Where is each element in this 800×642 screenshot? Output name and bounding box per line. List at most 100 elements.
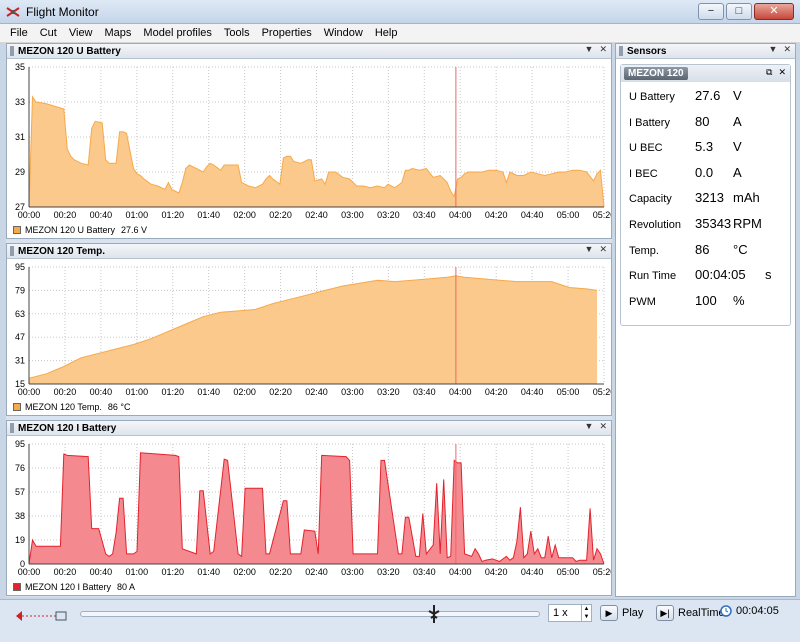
y-tick-label: 95 bbox=[15, 439, 25, 449]
timeline-tool-icon[interactable] bbox=[12, 607, 68, 625]
grip-icon[interactable] bbox=[10, 46, 14, 56]
x-tick-label: 02:40 bbox=[305, 567, 328, 577]
close-icon[interactable]: ✕ bbox=[778, 67, 786, 78]
menu-model-profiles[interactable]: Model profiles bbox=[137, 27, 217, 39]
x-tick-label: 05:00 bbox=[557, 210, 580, 220]
y-tick-label: 63 bbox=[15, 309, 25, 319]
panel-title: MEZON 120 Temp. bbox=[18, 245, 106, 257]
sensor-row: Temp. 86 °C bbox=[621, 242, 790, 268]
dropdown-icon[interactable]: ▼ bbox=[585, 421, 594, 432]
slider-thumb[interactable] bbox=[427, 604, 441, 624]
menu-view[interactable]: View bbox=[63, 27, 99, 39]
x-tick-label: 03:20 bbox=[377, 210, 400, 220]
sensor-value: 35343 bbox=[695, 215, 732, 231]
skip-end-icon: ▶| bbox=[656, 605, 674, 621]
close-icon[interactable]: ✕ bbox=[599, 44, 607, 55]
sensor-card: MEZON 120 ⧉ ✕ U Battery 27.6 V I Battery 80… bbox=[620, 64, 791, 326]
menu-file[interactable]: File bbox=[4, 27, 34, 39]
menu-cut[interactable]: Cut bbox=[34, 27, 63, 39]
menu-help[interactable]: Help bbox=[369, 27, 404, 39]
sensor-unit: RPM bbox=[733, 215, 762, 231]
sensor-unit: A bbox=[733, 113, 742, 129]
x-tick-label: 03:00 bbox=[341, 210, 364, 220]
x-tick-label: 03:00 bbox=[341, 387, 364, 397]
sensor-unit: V bbox=[733, 139, 742, 155]
sensor-value: 100 bbox=[695, 292, 717, 308]
dropdown-icon[interactable]: ▼ bbox=[585, 44, 594, 55]
chart-i-battery[interactable]: 9576573819000:00 00:20 00:40 01:00 01:20 01:4… bbox=[7, 436, 611, 580]
close-icon[interactable]: ✕ bbox=[599, 421, 607, 432]
sensor-label: Temp. bbox=[629, 244, 659, 257]
dropdown-icon[interactable]: ▼ bbox=[769, 44, 778, 55]
x-tick-label: 04:20 bbox=[485, 567, 508, 577]
panel-header: MEZON 120 Temp. ▼ ✕ bbox=[7, 244, 611, 259]
x-tick-label: 02:20 bbox=[269, 387, 292, 397]
dropdown-icon[interactable]: ▼ bbox=[585, 244, 594, 255]
sensor-row: Run Time 00:04:05 s bbox=[621, 267, 790, 293]
play-button[interactable]: ▶ Play bbox=[600, 605, 643, 621]
chart-temp[interactable]: 95796347311500:00 00:20 00:40 01:00 01:20 01:… bbox=[7, 259, 611, 400]
sensor-unit: % bbox=[733, 292, 745, 308]
menu-maps[interactable]: Maps bbox=[99, 27, 138, 39]
sensor-label: U Battery bbox=[629, 91, 675, 103]
x-tick-label: 05:20 bbox=[593, 387, 611, 397]
sensor-label: PWM bbox=[629, 295, 656, 308]
menu-tools[interactable]: Tools bbox=[218, 27, 256, 39]
x-tick-label: 02:40 bbox=[305, 210, 328, 220]
time-readout: 00:04:05 bbox=[736, 605, 779, 617]
sensors-header: Sensors ▼ ✕ bbox=[616, 44, 795, 59]
undock-icon[interactable]: ⧉ bbox=[766, 67, 772, 78]
y-tick-label: 31 bbox=[15, 132, 25, 142]
y-tick-label: 19 bbox=[15, 535, 25, 545]
menu-properties[interactable]: Properties bbox=[256, 27, 318, 39]
sensor-label: I BEC bbox=[629, 167, 658, 180]
menu-window[interactable]: Window bbox=[318, 27, 369, 39]
close-icon[interactable]: ✕ bbox=[599, 244, 607, 255]
x-tick-label: 01:00 bbox=[126, 210, 149, 220]
x-tick-label: 00:20 bbox=[54, 567, 77, 577]
x-tick-label: 00:00 bbox=[18, 210, 41, 220]
x-tick-label: 02:00 bbox=[233, 387, 256, 397]
spinner-icon[interactable]: ▲ ▼ bbox=[581, 605, 591, 621]
play-label: Play bbox=[622, 607, 644, 619]
x-tick-label: 05:00 bbox=[557, 387, 580, 397]
grip-icon[interactable] bbox=[10, 423, 14, 433]
minimize-button[interactable]: − bbox=[698, 3, 724, 20]
x-tick-label: 01:20 bbox=[161, 567, 184, 577]
sensor-value: 0.0 bbox=[695, 164, 714, 180]
sensor-value: 5.3 bbox=[695, 139, 714, 155]
sensors-title: Sensors bbox=[627, 45, 667, 57]
x-tick-label: 03:40 bbox=[413, 210, 436, 220]
sensor-value: 27.6 bbox=[695, 88, 721, 103]
timeline-slider[interactable] bbox=[80, 611, 540, 617]
sensor-row: I BEC 0.0 A bbox=[621, 165, 790, 191]
maximize-button[interactable]: □ bbox=[726, 3, 752, 20]
x-tick-label: 05:20 bbox=[593, 210, 611, 220]
x-tick-label: 04:40 bbox=[521, 387, 544, 397]
x-tick-label: 04:40 bbox=[521, 567, 544, 577]
legend-swatch bbox=[13, 583, 21, 591]
x-tick-label: 04:00 bbox=[449, 387, 472, 397]
speed-input[interactable]: 1 x ▲ ▼ bbox=[548, 604, 592, 622]
sensor-card-header: MEZON 120 ⧉ ✕ bbox=[621, 65, 790, 82]
panel-title: MEZON 120 I Battery bbox=[18, 422, 117, 434]
x-tick-label: 00:00 bbox=[18, 567, 41, 577]
legend-value: 27.6 V bbox=[121, 225, 148, 235]
realtime-button[interactable]: ▶| RealTime bbox=[656, 605, 725, 621]
sensor-value: 80 bbox=[695, 113, 710, 129]
close-icon[interactable]: ✕ bbox=[783, 44, 791, 55]
panel-temp: MEZON 120 Temp. ▼ ✕ 95 79 63 47 31 15 00:00 00:… bbox=[6, 243, 612, 416]
sensor-unit: mAh bbox=[733, 190, 760, 206]
legend-value: 80 A bbox=[117, 582, 136, 592]
clock-display: 00:04:05 bbox=[720, 605, 779, 617]
sensor-row: Revolution 35343 RPM bbox=[621, 216, 790, 242]
close-button[interactable]: ✕ bbox=[754, 3, 794, 20]
x-tick-label: 01:40 bbox=[197, 387, 220, 397]
x-tick-label: 04:20 bbox=[485, 210, 508, 220]
grip-icon[interactable] bbox=[10, 246, 14, 256]
chart-u-battery[interactable]: 353331292700:00 00:20 00:40 01:00 01:20 01:40… bbox=[7, 59, 611, 223]
x-tick-label: 02:40 bbox=[305, 387, 328, 397]
x-tick-label: 01:00 bbox=[126, 567, 149, 577]
grip-icon[interactable] bbox=[619, 46, 623, 56]
panel-i-battery: MEZON 120 I Battery ▼ ✕ 95 76 57 38 19 0 00:00… bbox=[6, 420, 612, 596]
